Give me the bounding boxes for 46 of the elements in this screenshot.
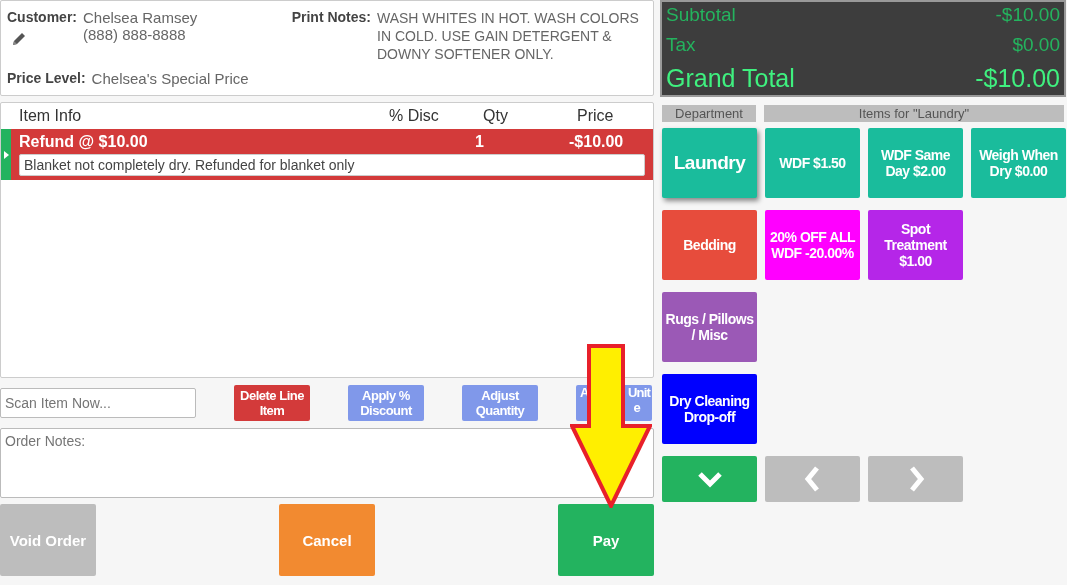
column-header: Qty [483, 107, 509, 125]
order-notes-field[interactable]: Order Notes: [0, 428, 654, 498]
department-button[interactable]: Rugs / Pillows / Misc [662, 292, 757, 362]
price-cell-text: -$10.00 [569, 133, 625, 151]
customer-label: Customer: [7, 9, 77, 25]
total-label: Tax [666, 34, 696, 56]
pencil-icon [11, 31, 27, 47]
item-note-field[interactable]: Blanket not completely dry. Refunded for blanket only [19, 154, 645, 176]
department-button[interactable]: Bedding [662, 210, 757, 280]
price-level-label: Price Level: [7, 70, 86, 87]
items-header: Items for "Laundry" [764, 105, 1064, 122]
item-button[interactable]: 20% OFF ALL WDF -20.00% [765, 210, 860, 280]
qty-cell-text: 1 [475, 133, 485, 151]
customer-name: Chelsea Ramsey [83, 9, 198, 26]
action-button[interactable]: Apply % Discount [348, 385, 424, 421]
print-notes-label: Print Notes: [291, 9, 371, 27]
department-button[interactable]: Laundry [662, 128, 757, 198]
department-header: Department [662, 105, 756, 122]
customer-phone: (888) 888-8888 [83, 26, 187, 43]
action-button[interactable]: Delete Line Item [234, 385, 310, 421]
department-button[interactable]: Dry Cleaning Drop-off [662, 374, 757, 444]
pay-button[interactable]: Pay [558, 504, 654, 576]
column-header: Price [577, 107, 615, 125]
action-button[interactable]: Adjust Quantity [462, 385, 538, 421]
item-button[interactable]: Spot Treatment $1.00 [868, 210, 963, 280]
column-header: % Disc [389, 107, 440, 125]
total-label: Subtotal [666, 4, 736, 26]
item-button[interactable]: Weigh When Dry $0.00 [971, 128, 1066, 198]
item-info-cell-text: Refund @ $10.00 [19, 133, 149, 151]
order-row[interactable]: Refund @ $10.00 1 -$10.00 Blanket not completely dry. Refunded for blanket only [1, 129, 653, 180]
print-notes-text: WASH WHITES IN HOT. WASH COLORS IN COLD. USE GAIN DETERGENT & DOWNY SOFTENER ONLY. [377, 9, 640, 63]
cancel-button[interactable]: Cancel [279, 504, 375, 576]
previous-page-button[interactable] [765, 456, 860, 502]
total-value: $0.00 [1012, 34, 1060, 56]
item-button[interactable]: WDF $1.50 [765, 128, 860, 198]
column-header: Item Info [19, 107, 83, 125]
next-page-button[interactable] [868, 456, 963, 502]
scan-item-field[interactable]: Scan Item Now... [0, 388, 196, 418]
scroll-down-button[interactable] [662, 456, 757, 502]
row-pointer-icon [3, 150, 9, 159]
price-level-value: Chelsea's Special Price [91, 70, 249, 87]
total-value: -$10.00 [995, 4, 1060, 26]
total-label: Grand Total [666, 64, 795, 93]
void-order-button[interactable]: Void Order [0, 504, 96, 576]
total-value: -$10.00 [975, 64, 1060, 93]
item-button[interactable]: WDF Same Day $2.00 [868, 128, 963, 198]
